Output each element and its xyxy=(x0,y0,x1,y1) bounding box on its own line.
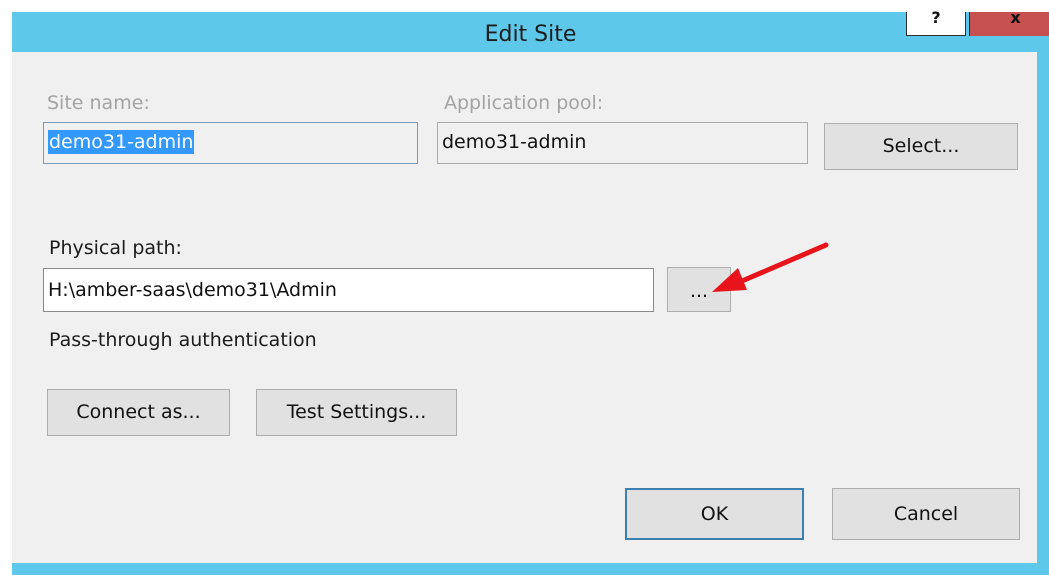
window-border-bottom xyxy=(12,563,1049,575)
cancel-button[interactable]: Cancel xyxy=(832,488,1020,540)
authentication-status: Pass-through authentication xyxy=(49,329,317,351)
site-name-label: Site name: xyxy=(47,92,150,114)
application-pool-field: demo31-admin xyxy=(437,122,808,164)
physical-path-label: Physical path: xyxy=(49,237,182,259)
close-button[interactable]: x xyxy=(969,10,1049,36)
window-border-right xyxy=(1037,52,1049,575)
test-settings-button[interactable]: Test Settings... xyxy=(256,389,457,436)
edit-site-dialog: Edit Site ? x Site name: demo31-admin Ap… xyxy=(0,0,1049,575)
site-name-field[interactable]: demo31-admin xyxy=(43,122,418,164)
connect-as-button[interactable]: Connect as... xyxy=(47,389,230,436)
dialog-title: Edit Site xyxy=(484,22,577,47)
physical-path-input[interactable]: H:\amber-saas\demo31\Admin xyxy=(43,268,654,312)
title-bar[interactable]: Edit Site ? x xyxy=(12,10,1049,52)
select-button[interactable]: Select... xyxy=(824,123,1018,170)
site-name-value: demo31-admin xyxy=(48,130,195,154)
help-button[interactable]: ? xyxy=(906,10,966,36)
browse-path-button[interactable]: ... xyxy=(667,267,731,312)
ok-button[interactable]: OK xyxy=(625,488,804,540)
application-pool-label: Application pool: xyxy=(444,92,604,114)
